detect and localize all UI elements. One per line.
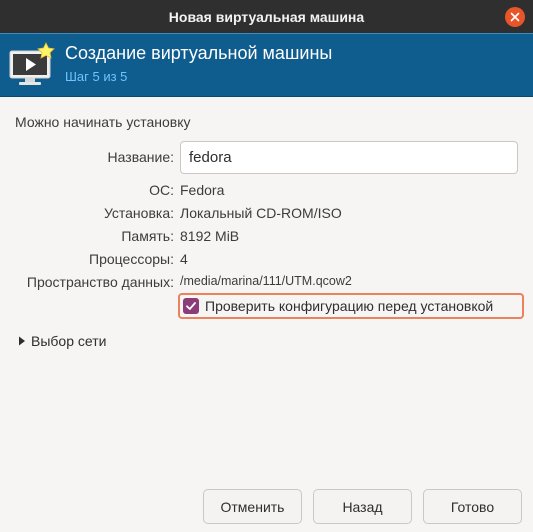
- customize-checkbox[interactable]: [183, 298, 199, 314]
- os-value: Fedora: [180, 182, 225, 198]
- new-vm-icon: [9, 42, 55, 85]
- storage-value: /media/marina/111/UTM.qcow2: [180, 274, 352, 288]
- cpu-value: 4: [180, 251, 188, 267]
- wizard-header: Создание виртуальной машины Шаг 5 из 5: [0, 33, 533, 97]
- install-label: Установка:: [103, 205, 174, 221]
- network-label: Выбор сети: [31, 333, 107, 349]
- cpu-label: Процессоры:: [89, 251, 174, 267]
- os-label: ОС:: [149, 182, 174, 198]
- storage-label: Пространство данных:: [26, 274, 174, 290]
- back-button[interactable]: Назад: [313, 489, 412, 524]
- customize-checkbox-row[interactable]: Проверить конфигурацию перед установкой: [178, 293, 524, 319]
- wizard-title: Создание виртуальной машины: [65, 43, 333, 63]
- finish-button[interactable]: Готово: [423, 489, 522, 524]
- name-label: Название:: [107, 149, 174, 165]
- triangle-right-icon: [19, 336, 25, 346]
- close-button[interactable]: [505, 7, 525, 27]
- customize-label: Проверить конфигурацию перед установкой: [205, 298, 494, 314]
- memory-label: Память:: [121, 228, 174, 244]
- ready-label: Можно начинать установку: [15, 114, 191, 130]
- window-title: Новая виртуальная машина: [168, 8, 365, 25]
- install-value: Локальный CD-ROM/ISO: [180, 205, 342, 221]
- window-titlebar: Новая виртуальная машина: [0, 0, 533, 33]
- vm-name-input[interactable]: [180, 141, 518, 174]
- cancel-button[interactable]: Отменить: [203, 489, 302, 524]
- close-icon: [510, 12, 520, 22]
- memory-value: 8192 MiB: [180, 228, 240, 244]
- wizard-step: Шаг 5 из 5: [65, 69, 128, 84]
- checkmark-icon: [186, 302, 196, 310]
- network-expander[interactable]: Выбор сети: [18, 333, 106, 349]
